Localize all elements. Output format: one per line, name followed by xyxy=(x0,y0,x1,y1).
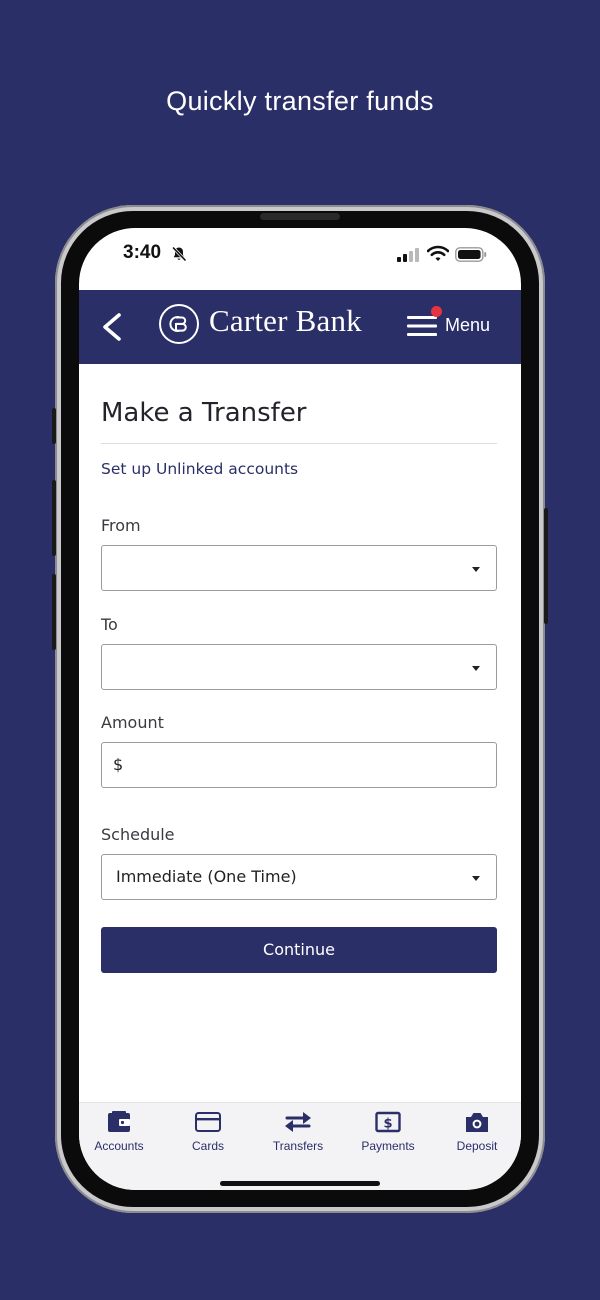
setup-unlinked-accounts-link[interactable]: Set up Unlinked accounts xyxy=(101,460,298,478)
brand-name: Carter Bank xyxy=(209,303,362,338)
bottom-tab-bar: Accounts Cards Transfers $ Payments Depo… xyxy=(79,1102,521,1190)
camera-icon xyxy=(466,1113,488,1132)
currency-prefix: $ xyxy=(113,755,124,774)
phone-screen: 3:40 Carter Bank Menu Make a Transfer Se… xyxy=(79,228,521,1190)
tab-payments[interactable]: $ Payments xyxy=(344,1111,432,1171)
tab-transfers-label: Transfers xyxy=(272,1139,324,1153)
amount-input[interactable]: $ xyxy=(101,742,497,788)
svg-text:$: $ xyxy=(383,1117,392,1132)
tab-cards[interactable]: Cards xyxy=(164,1111,252,1171)
wallet-icon xyxy=(108,1111,130,1132)
phone-volume-down xyxy=(52,574,56,650)
carter-bank-logo-icon xyxy=(159,304,199,344)
tab-deposit[interactable]: Deposit xyxy=(433,1111,521,1171)
phone-speaker xyxy=(260,213,340,220)
schedule-select[interactable]: Immediate (One Time) xyxy=(101,854,497,900)
dollar-bill-icon: $ xyxy=(375,1111,401,1133)
status-time: 3:40 xyxy=(123,242,162,263)
phone-volume-up xyxy=(52,480,56,556)
tab-accounts[interactable]: Accounts xyxy=(79,1111,163,1171)
tab-transfers[interactable]: Transfers xyxy=(254,1111,342,1171)
chevron-down-icon xyxy=(472,876,480,881)
tab-deposit-label: Deposit xyxy=(456,1139,498,1153)
battery-icon xyxy=(455,247,487,262)
to-select[interactable] xyxy=(101,644,497,690)
chevron-down-icon xyxy=(472,567,480,572)
schedule-select-value: Immediate (One Time) xyxy=(116,867,297,886)
card-icon xyxy=(195,1112,221,1132)
phone-mute-switch xyxy=(52,408,56,444)
hamburger-menu-icon[interactable] xyxy=(407,314,437,338)
to-label: To xyxy=(101,615,118,634)
page-title: Make a Transfer xyxy=(101,398,307,428)
from-select[interactable] xyxy=(101,545,497,591)
title-divider xyxy=(101,443,497,444)
home-indicator xyxy=(220,1181,380,1186)
menu-button[interactable]: Menu xyxy=(445,315,490,336)
tab-payments-label: Payments xyxy=(361,1139,415,1153)
schedule-label: Schedule xyxy=(101,825,175,844)
tab-accounts-label: Accounts xyxy=(94,1139,144,1153)
amount-label: Amount xyxy=(101,713,164,732)
chevron-down-icon xyxy=(472,666,480,671)
back-chevron-icon[interactable] xyxy=(99,312,125,342)
status-bar: 3:40 xyxy=(79,228,521,290)
cellular-signal-icon xyxy=(397,248,419,262)
wifi-icon xyxy=(427,245,449,261)
app-header: Carter Bank Menu xyxy=(79,290,521,364)
promo-headline: Quickly transfer funds xyxy=(166,86,434,116)
notification-dot xyxy=(431,306,442,317)
continue-button[interactable]: Continue xyxy=(101,927,497,973)
transfer-arrows-icon xyxy=(285,1112,311,1132)
phone-power-button xyxy=(544,508,548,624)
tab-cards-label: Cards xyxy=(191,1139,224,1153)
from-label: From xyxy=(101,516,141,535)
muted-bell-icon xyxy=(171,246,187,262)
